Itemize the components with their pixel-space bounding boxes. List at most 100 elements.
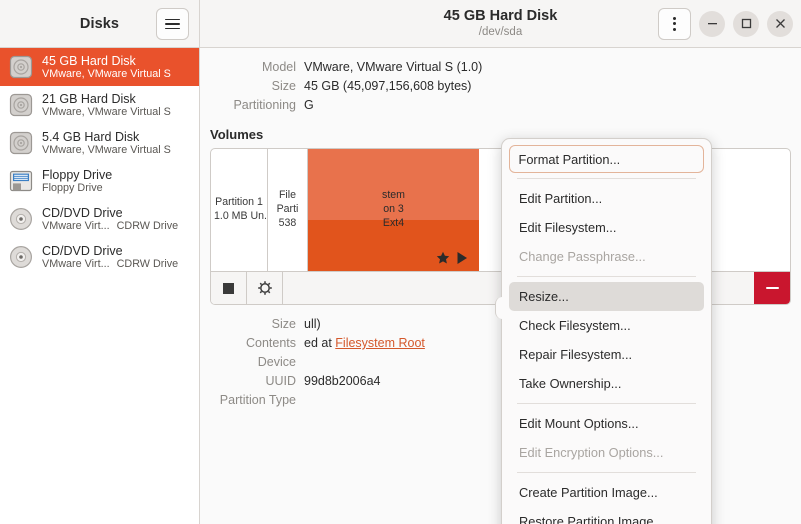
partition-info-label: Partition Type	[219, 393, 296, 407]
hard-disk-icon	[9, 55, 33, 79]
window-header: 45 GB Hard Disk /dev/sda	[200, 0, 801, 47]
disk-list-sidebar[interactable]: 45 GB Hard Disk VMware, VMware Virtual S …	[0, 48, 200, 524]
partition-label-line: Parti	[276, 203, 299, 216]
menu-item-edit-mount-options[interactable]: Edit Mount Options...	[509, 409, 704, 438]
partition-info-label: Contents	[245, 336, 296, 350]
menu-item-change-passphrase: Change Passphrase...	[519, 249, 646, 264]
partition-segment-1[interactable]: File Parti 538	[268, 149, 308, 271]
sidebar-item-sub-wrap: VMware Virt... CDRW Drive	[42, 258, 178, 270]
partition-label: stem on 3 Ext4	[379, 189, 408, 231]
kebab-dot	[673, 16, 676, 20]
sidebar-item-sub-wrap: Floppy Drive	[42, 182, 112, 194]
drive-info-row: Model VMware, VMware Virtual S (1.0)	[200, 58, 801, 77]
kebab-dot	[673, 27, 676, 31]
sidebar-item-3[interactable]: Floppy Drive Floppy Drive	[0, 162, 199, 200]
sidebar-item-sub-wrap: VMware, VMware Virtual S	[42, 144, 171, 156]
sidebar-item-text: Floppy Drive Floppy Drive	[42, 168, 112, 194]
partition-label: Partition 11.0 MB Un...	[211, 196, 267, 224]
menu-item-take-ownership[interactable]: Take Ownership...	[509, 369, 704, 398]
partition-info-value: 99d8b2006a4	[304, 372, 380, 391]
drive-info-row: Size 45 GB (45,097,156,608 bytes)	[200, 77, 801, 96]
window-body: 45 GB Hard Disk VMware, VMware Virtual S …	[0, 48, 801, 524]
menu-item-create-partition-image[interactable]: Create Partition Image...	[509, 478, 704, 507]
hamburger-line	[165, 23, 180, 25]
sidebar-item-sublabel: VMware, VMware Virtual S	[42, 143, 171, 156]
menu-item-edit-partition[interactable]: Edit Partition...	[509, 184, 704, 213]
sidebar-title: Disks	[79, 15, 120, 32]
menu-item-restore-partition-image[interactable]: Restore Partition Image...	[509, 507, 704, 524]
sidebar-item-label: CD/DVD Drive	[42, 205, 123, 220]
main-panel: Model VMware, VMware Virtual S (1.0) Size 4…	[200, 48, 801, 524]
partition-info-value: ull)	[304, 315, 321, 334]
optical-disc-icon	[8, 206, 34, 232]
partition-info-value-text: ull)	[304, 317, 321, 331]
partition-label-line: 538	[278, 216, 297, 229]
hard-disk-icon	[9, 131, 33, 155]
menu-separator	[517, 403, 696, 404]
sidebar-item-sublabel: VMware, VMware Virtual S	[42, 67, 171, 80]
sidebar-item-sublabel: VMware Virt...	[42, 257, 110, 270]
disks-application-window: Disks 45 GB Hard Disk /dev/sda 45 GB Har…	[0, 0, 801, 524]
hamburger-icon[interactable]	[156, 8, 189, 40]
sidebar-item-2[interactable]: 5.4 GB Hard Disk VMware, VMware Virtual S	[0, 124, 199, 162]
menu-item-check-filesystem[interactable]: Check Filesystem...	[509, 311, 704, 340]
maximize-icon[interactable]	[733, 10, 759, 37]
menu-separator	[517, 472, 696, 473]
minus-icon[interactable]	[754, 272, 790, 304]
play-icon	[457, 252, 467, 264]
sidebar-item-text: 5.4 GB Hard Disk VMware, VMware Virtual S	[42, 130, 171, 156]
partition-info-value-text: 99d8b2006a4	[304, 374, 381, 388]
sidebar-item-5[interactable]: CD/DVD Drive VMware Virt... CDRW Drive	[0, 238, 199, 276]
partition-context-menu[interactable]: Format Partition... Edit Partition... Edit…	[495, 138, 712, 524]
partition-info-value: ed at Filesystem Root	[304, 334, 425, 353]
drive-info-value: 45 GB (45,097,156,608 bytes)	[304, 79, 472, 93]
minimize-icon[interactable]	[699, 10, 725, 37]
sidebar-item-text: 45 GB Hard Disk VMware, VMware Virtual S	[42, 54, 171, 80]
sidebar-item-text: 21 GB Hard Disk VMware, VMware Virtual S	[42, 92, 171, 118]
sidebar-item-sublabel: VMware Virt...	[42, 219, 110, 232]
menu-separator	[517, 178, 696, 179]
hard-disk-icon	[8, 92, 34, 118]
window-controls	[658, 7, 793, 40]
sidebar-item-label: 5.4 GB Hard Disk	[42, 129, 140, 144]
sidebar-item-sublabel: VMware, VMware Virtual S	[42, 105, 171, 118]
star-icon	[436, 251, 450, 264]
sidebar-item-1[interactable]: 21 GB Hard Disk VMware, VMware Virtual S	[0, 86, 199, 124]
partition-segment-2[interactable]: stem on 3 Ext4	[308, 149, 479, 271]
close-icon[interactable]	[767, 10, 793, 37]
partition-badges	[436, 251, 469, 265]
sidebar-item-sublabel: Floppy Drive	[42, 181, 103, 194]
partition-info-label: Device	[257, 355, 296, 369]
partition-label-line: 1.0 MB Un...	[214, 210, 267, 222]
menu-item-format-partition[interactable]: Format Partition...	[509, 145, 704, 173]
menu-item-repair-filesystem[interactable]: Repair Filesystem...	[509, 340, 704, 369]
partition-segment-0[interactable]: Partition 11.0 MB Un...	[211, 149, 268, 271]
drive-info-label: Model	[261, 60, 296, 74]
gear-icon[interactable]	[247, 272, 283, 304]
sidebar-item-label: 45 GB Hard Disk	[42, 53, 136, 68]
hard-disk-icon	[8, 54, 34, 80]
partition-label-line: File	[278, 189, 297, 202]
hard-disk-icon	[8, 130, 34, 156]
sidebar-item-0[interactable]: 45 GB Hard Disk VMware, VMware Virtual S	[0, 48, 199, 86]
optical-disc-icon	[10, 246, 32, 268]
context-menu-tail	[495, 297, 509, 319]
menu-item-resize[interactable]: Resize...	[509, 282, 704, 311]
kebab-menu-icon[interactable]	[658, 7, 691, 40]
sidebar-item-label: CD/DVD Drive	[42, 243, 123, 258]
partition-label: File Parti 538	[274, 189, 302, 231]
sidebar-item-4[interactable]: CD/DVD Drive VMware Virt... CDRW Drive	[0, 200, 199, 238]
partition-label-line: Partition 1	[215, 196, 263, 209]
sidebar-item-text: CD/DVD Drive VMware Virt... CDRW Drive	[42, 206, 178, 232]
hamburger-line	[165, 27, 180, 30]
header-bar: Disks 45 GB Hard Disk /dev/sda	[0, 0, 801, 48]
partition-label-line: on 3	[383, 203, 404, 216]
hamburger-line	[165, 18, 180, 21]
filesystem-root-link[interactable]: Filesystem Root	[335, 336, 425, 350]
kebab-dot	[673, 22, 676, 25]
menu-item-edit-filesystem[interactable]: Edit Filesystem...	[509, 213, 704, 242]
drive-info-label: Size	[271, 79, 296, 93]
sidebar-item-sub-wrap: VMware, VMware Virtual S	[42, 106, 171, 118]
stop-square-icon[interactable]	[211, 272, 247, 304]
sidebar-item-sublabel-2: CDRW Drive	[116, 219, 179, 232]
